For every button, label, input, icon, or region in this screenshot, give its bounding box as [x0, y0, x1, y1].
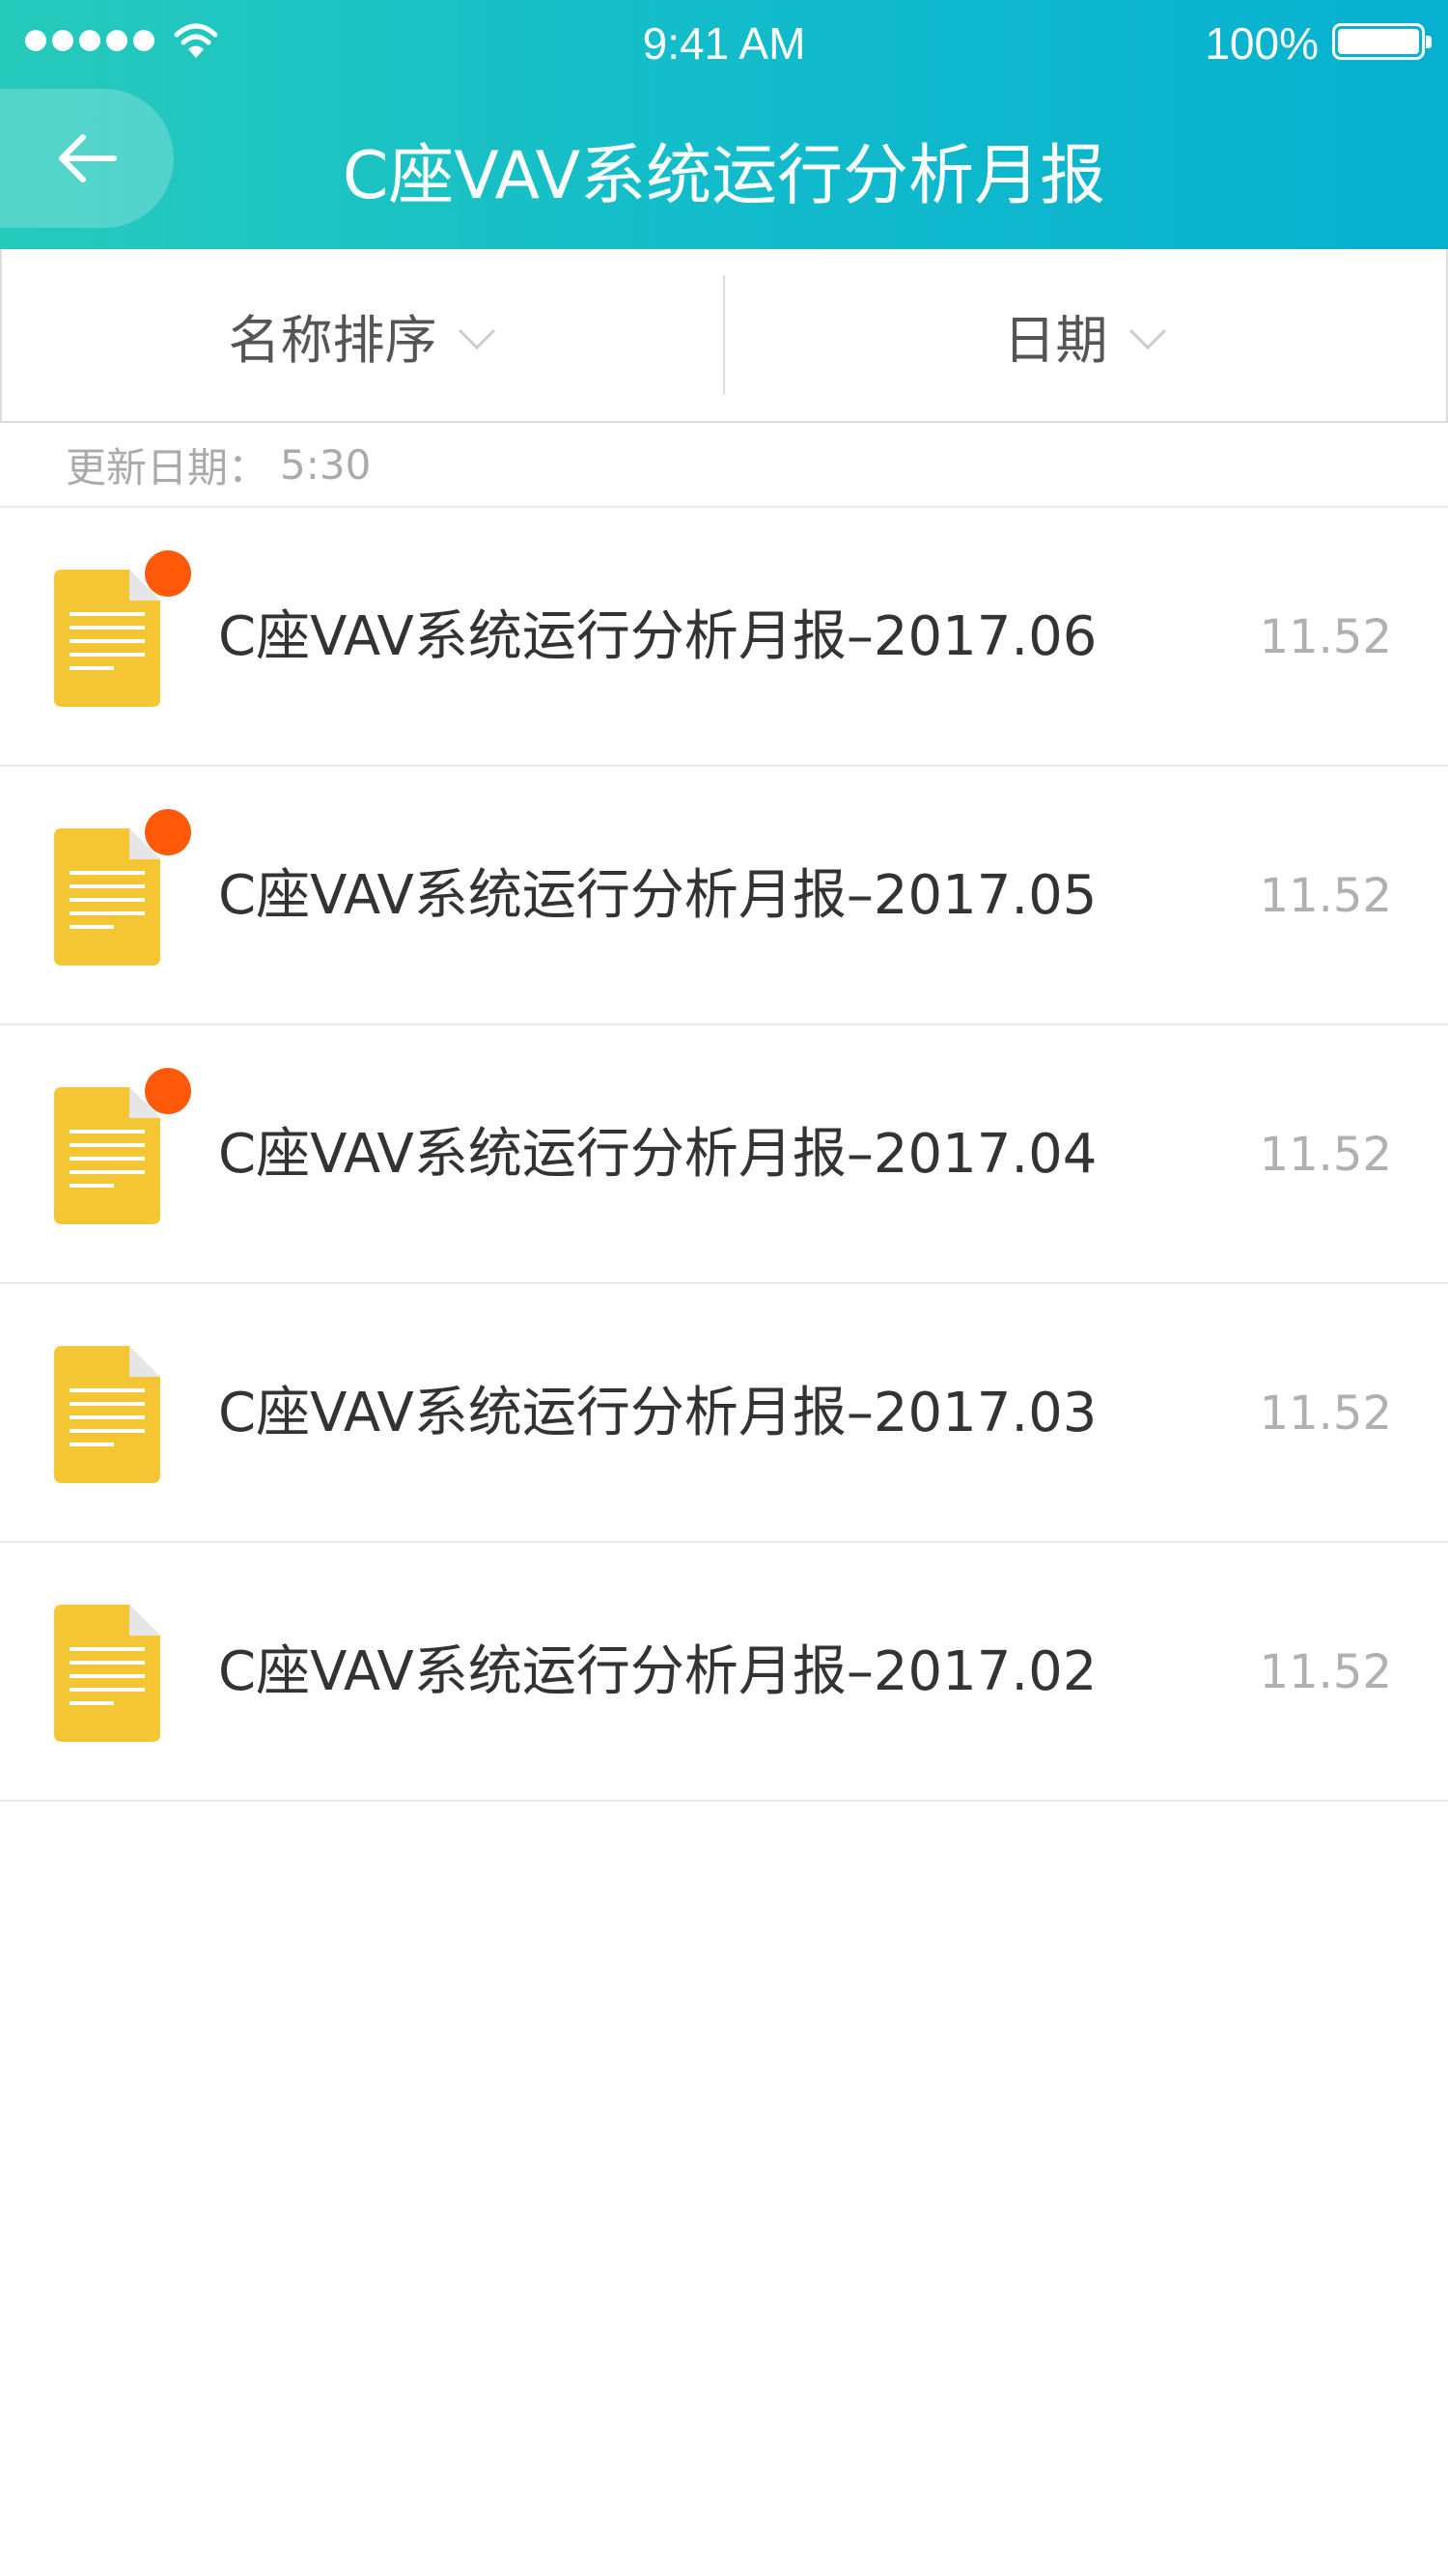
page-title: C座VAV系统运行分析月报 — [342, 138, 1106, 214]
report-title: C座VAV系统运行分析月报–2017.03 — [218, 1382, 1098, 1444]
report-list-item[interactable]: C座VAV系统运行分析月报–2017.03 11.52 — [0, 1284, 1448, 1543]
unread-badge — [145, 809, 191, 855]
report-list-item[interactable]: C座VAV系统运行分析月报–2017.04 11.52 — [0, 1025, 1448, 1284]
battery-icon — [1332, 23, 1432, 60]
battery-percent: 100% — [1205, 18, 1319, 69]
document-icon — [54, 1605, 160, 1742]
document-icon — [54, 1087, 160, 1224]
unread-badge — [145, 1068, 191, 1114]
chevron-down-icon — [458, 328, 495, 350]
sort-by-name-label: 名称排序 — [228, 309, 437, 371]
report-size: 11.52 — [1259, 1386, 1392, 1441]
battery-nub — [1426, 36, 1432, 48]
report-list-item[interactable]: C座VAV系统运行分析月报–2017.06 11.52 — [0, 508, 1448, 767]
report-list: C座VAV系统运行分析月报–2017.06 11.52 C座VAV系统运行分析月… — [0, 508, 1448, 1802]
back-button[interactable] — [0, 89, 174, 228]
document-icon — [54, 570, 160, 707]
document-icon — [54, 1346, 160, 1483]
app-header: 9:41 AM 100% C座VAV系统运行分析月报 — [0, 0, 1448, 249]
report-size: 11.52 — [1259, 1128, 1392, 1182]
update-info: 更新日期： 5:30 — [0, 423, 1448, 508]
sort-by-name-dropdown[interactable]: 名称排序 — [2, 249, 723, 421]
update-time: 5:30 — [280, 440, 372, 489]
report-list-item[interactable]: C座VAV系统运行分析月报–2017.02 11.52 — [0, 1543, 1448, 1802]
report-title: C座VAV系统运行分析月报–2017.02 — [218, 1640, 1098, 1703]
chevron-down-icon — [1128, 328, 1166, 350]
report-title: C座VAV系统运行分析月报–2017.05 — [218, 864, 1098, 927]
date-filter-label: 日期 — [1003, 309, 1108, 371]
report-title: C座VAV系统运行分析月报–2017.04 — [218, 1123, 1098, 1186]
battery-level — [1338, 29, 1419, 54]
status-bar: 9:41 AM 100% — [0, 0, 1448, 83]
arrow-left-icon — [59, 134, 117, 182]
report-size: 11.52 — [1259, 610, 1392, 664]
unread-badge — [145, 550, 191, 597]
report-size: 11.52 — [1259, 1645, 1392, 1699]
document-icon — [54, 828, 160, 966]
date-dropdown[interactable]: 日期 — [725, 249, 1446, 421]
report-size: 11.52 — [1259, 869, 1392, 923]
update-label: 更新日期： — [66, 443, 269, 491]
report-list-item[interactable]: C座VAV系统运行分析月报–2017.05 11.52 — [0, 767, 1448, 1025]
filter-bar: 名称排序 日期 — [0, 249, 1448, 423]
report-title: C座VAV系统运行分析月报–2017.06 — [218, 605, 1098, 668]
